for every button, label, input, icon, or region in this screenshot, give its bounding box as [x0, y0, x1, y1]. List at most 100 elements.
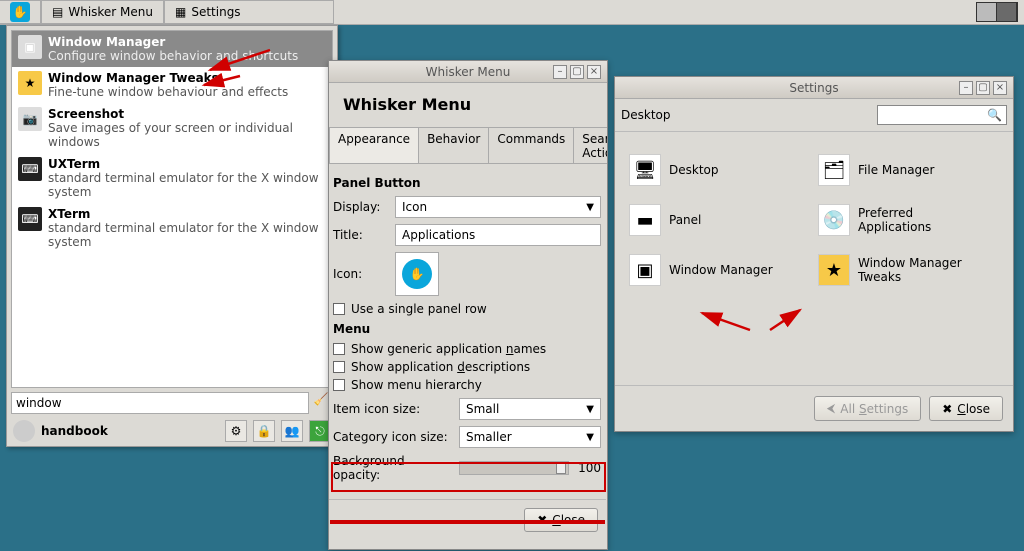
generic-names-checkbox[interactable]: Show generic application names	[333, 342, 601, 356]
item-label: Window ManagerTweaks	[858, 256, 962, 285]
item-label: Desktop	[669, 163, 719, 177]
settings-grid: 🖥 Desktop 🗂 File Manager ▬ Panel 💿 Prefe…	[615, 132, 1013, 308]
close-button[interactable]: ✖ Close	[524, 508, 598, 532]
maximize-button[interactable]: ▢	[570, 65, 584, 79]
workspace-2[interactable]	[997, 3, 1017, 21]
list-item-screenshot[interactable]: 📷 Screenshot Save images of your screen …	[12, 103, 332, 153]
task-whisker-menu[interactable]: ▤ Whisker Menu	[41, 0, 164, 24]
minimize-button[interactable]: –	[553, 65, 567, 79]
select-value: Smaller	[466, 430, 512, 444]
button-label: All Settings	[840, 402, 908, 416]
whisker-icon: ✋	[10, 2, 30, 22]
settings-footer: ⮜ All Settings ✖ Close	[615, 385, 1013, 431]
single-row-checkbox[interactable]: Use a single panel row	[333, 302, 601, 316]
window-titlebar[interactable]: Settings – ▢ ×	[615, 77, 1013, 99]
select-value: Small	[466, 402, 499, 416]
panel-icon: ▬	[629, 204, 661, 236]
item-label: File Manager	[858, 163, 935, 177]
task-label: Settings	[191, 5, 240, 19]
display-select[interactable]: Icon ▼	[395, 196, 601, 218]
whisker-menu-popup: ▣ Window Manager Configure window behavi…	[6, 25, 338, 447]
select-value: Icon	[402, 200, 427, 214]
desktop-icon: 🖥	[629, 154, 661, 186]
window-manager-icon: ▣	[629, 254, 661, 286]
search-input[interactable]	[11, 392, 309, 414]
item-title: Screenshot	[48, 107, 326, 121]
whisker-logo-icon: ✋	[402, 259, 432, 289]
chevron-down-icon: ▼	[586, 432, 594, 443]
checkbox-icon	[333, 343, 345, 355]
window-titlebar[interactable]: Whisker Menu – ▢ ×	[329, 61, 607, 83]
task-settings[interactable]: ▦ Settings	[164, 0, 334, 24]
section-menu: Menu	[333, 322, 601, 336]
item-desc: Fine-tune window behaviour and effects	[48, 85, 288, 99]
checkbox-icon	[333, 379, 345, 391]
tiny-icon: ▤	[52, 5, 63, 19]
settings-item-window-manager[interactable]: ▣ Window Manager	[629, 254, 810, 286]
search-row: 🧹	[11, 392, 333, 414]
list-item-uxterm[interactable]: ⌨ UXTerm standard terminal emulator for …	[12, 153, 332, 203]
wm-tweaks-icon: ★	[818, 254, 850, 286]
checkbox-label: Show menu hierarchy	[351, 378, 482, 392]
uxterm-icon: ⌨	[18, 157, 42, 181]
slider-thumb[interactable]	[556, 462, 566, 474]
item-title: UXTerm	[48, 157, 326, 171]
item-desc: Configure window behavior and shortcuts	[48, 49, 298, 63]
chevron-down-icon: ▼	[586, 202, 594, 213]
label-title: Title:	[333, 228, 389, 242]
workspace-pager[interactable]	[976, 2, 1018, 22]
users-button[interactable]: 👥	[281, 420, 303, 442]
settings-item-file-manager[interactable]: 🗂 File Manager	[818, 154, 999, 186]
wm-tweaks-icon: ★	[18, 71, 42, 95]
label-category-icon-size: Category icon size:	[333, 430, 453, 444]
wm-icon: ▣	[18, 35, 42, 59]
file-manager-icon: 🗂	[818, 154, 850, 186]
label-icon: Icon:	[333, 267, 389, 281]
search-icon: 🔍	[987, 108, 1002, 122]
settings-item-wm-tweaks[interactable]: ★ Window ManagerTweaks	[818, 254, 999, 286]
label-bg-opacity: Background opacity:	[333, 454, 453, 482]
opacity-slider[interactable]	[459, 461, 569, 475]
workspace-1[interactable]	[977, 3, 997, 21]
settings-item-panel[interactable]: ▬ Panel	[629, 204, 810, 236]
list-item-window-manager[interactable]: ▣ Window Manager Configure window behavi…	[12, 31, 332, 67]
settings-search[interactable]: 🔍	[877, 105, 1007, 125]
item-icon-size-select[interactable]: Small ▼	[459, 398, 601, 420]
checkbox-icon	[333, 303, 345, 315]
hierarchy-checkbox[interactable]: Show menu hierarchy	[333, 378, 601, 392]
whisker-launcher[interactable]: ✋	[0, 0, 41, 24]
tab-behavior[interactable]: Behavior	[418, 127, 489, 164]
tab-appearance[interactable]: Appearance	[329, 127, 419, 164]
close-button[interactable]: ×	[993, 81, 1007, 95]
checkbox-icon	[333, 361, 345, 373]
tab-commands[interactable]: Commands	[488, 127, 574, 164]
all-settings-button[interactable]: ⮜ All Settings	[814, 396, 921, 421]
tab-search-actions[interactable]: Search Actions	[573, 127, 607, 164]
checkbox-label: Use a single panel row	[351, 302, 487, 316]
list-item-xterm[interactable]: ⌨ XTerm standard terminal emulator for t…	[12, 203, 332, 253]
category-icon-size-select[interactable]: Smaller ▼	[459, 426, 601, 448]
close-button[interactable]: ×	[587, 65, 601, 79]
icon-chooser-button[interactable]: ✋	[395, 252, 439, 296]
title-input[interactable]	[395, 224, 601, 246]
user-avatar-icon	[13, 420, 35, 442]
label-item-icon-size: Item icon size:	[333, 402, 453, 416]
settings-item-desktop[interactable]: 🖥 Desktop	[629, 154, 810, 186]
maximize-button[interactable]: ▢	[976, 81, 990, 95]
descriptions-checkbox[interactable]: Show application descriptions	[333, 360, 601, 374]
dialog-header: Whisker Menu	[343, 95, 593, 114]
minimize-button[interactable]: –	[959, 81, 973, 95]
button-label: Close	[552, 513, 585, 527]
back-icon: ⮜	[827, 401, 836, 416]
button-label: Close	[957, 402, 990, 416]
close-button[interactable]: ✖ Close	[929, 396, 1003, 421]
breadcrumb: Desktop	[621, 108, 671, 122]
item-title: Window Manager Tweaks	[48, 71, 288, 85]
preferred-apps-icon: 💿	[818, 204, 850, 236]
opacity-value: 100	[575, 461, 601, 475]
settings-launcher-button[interactable]: ⚙	[225, 420, 247, 442]
close-icon: ✖	[942, 402, 952, 416]
lock-button[interactable]: 🔒	[253, 420, 275, 442]
list-item-wm-tweaks[interactable]: ★ Window Manager Tweaks Fine-tune window…	[12, 67, 332, 103]
settings-item-preferred-apps[interactable]: 💿 PreferredApplications	[818, 204, 999, 236]
